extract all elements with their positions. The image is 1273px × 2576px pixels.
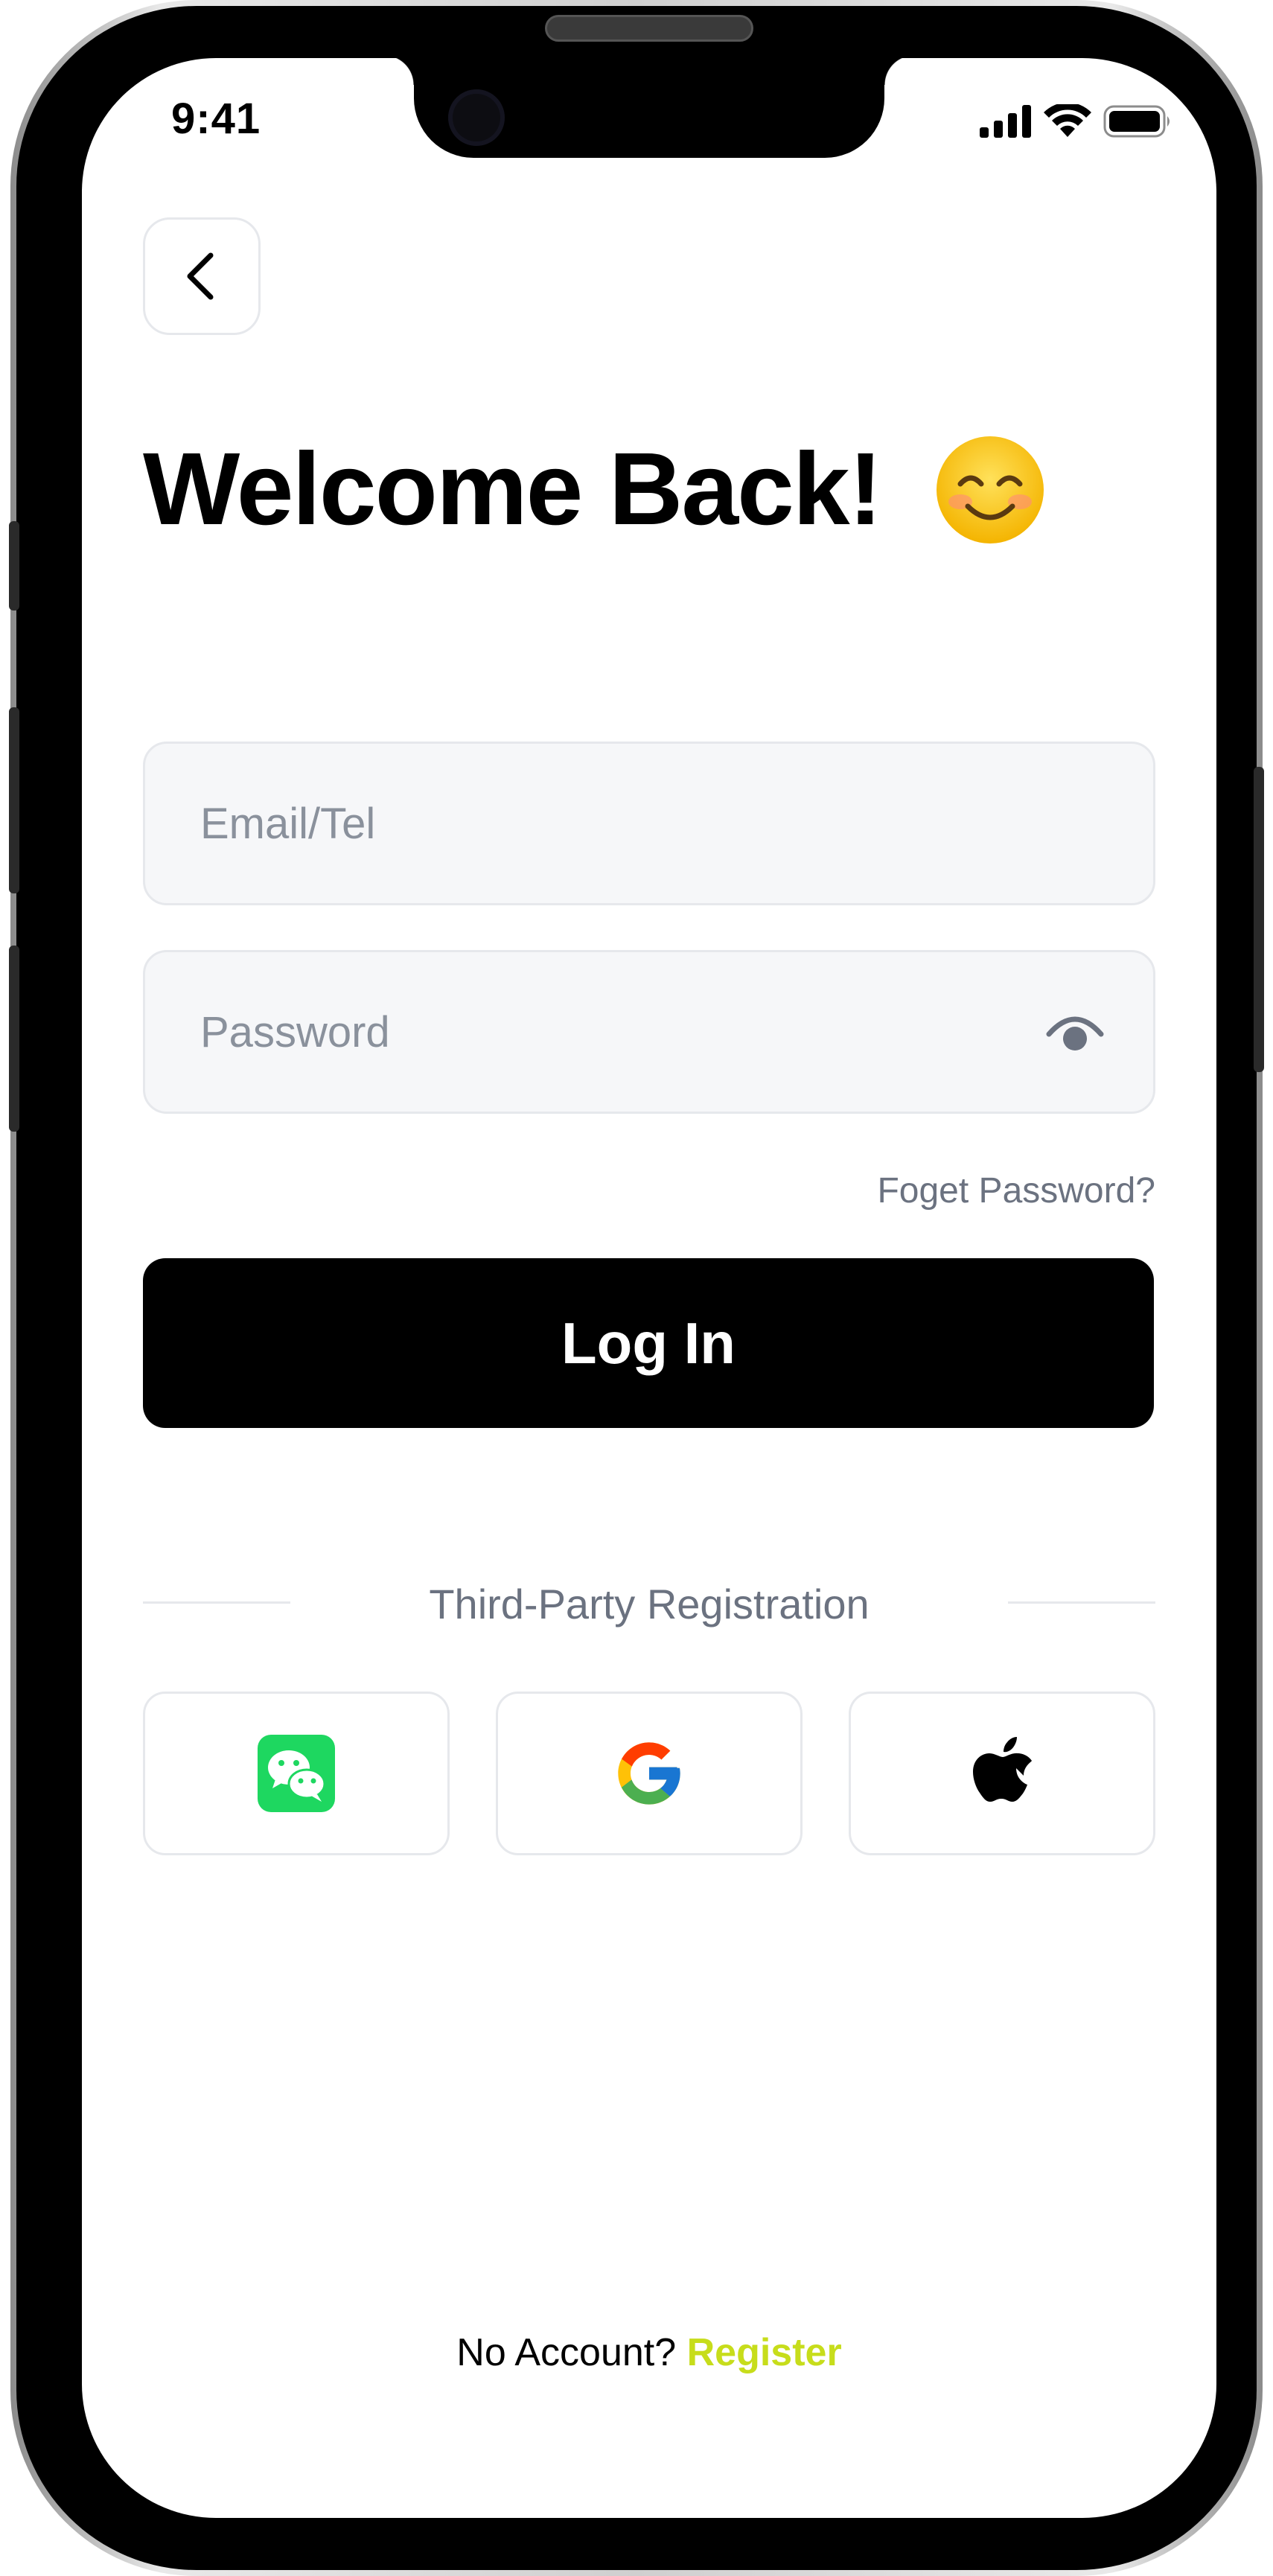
register-link[interactable]: Register <box>687 2331 842 2374</box>
password-input[interactable] <box>199 1006 1018 1058</box>
chevron-left-icon <box>187 252 214 300</box>
forgot-password-link[interactable]: Foget Password? <box>877 1170 1155 1211</box>
mute-switch <box>9 521 19 610</box>
power-button <box>1254 767 1264 1072</box>
footer: No Account? Register <box>82 2330 1216 2375</box>
front-camera <box>448 89 505 146</box>
apple-login-button[interactable] <box>849 1692 1155 1855</box>
password-field[interactable] <box>143 950 1155 1114</box>
app-screen: 9:41 Welcome Back! Email/Tel Foget Passw… <box>82 58 1216 2518</box>
eye-icon[interactable] <box>1046 1009 1104 1055</box>
wifi-icon <box>1044 104 1091 137</box>
google-icon <box>618 1742 680 1805</box>
third-party-label: Third-Party Registration <box>429 1581 870 1627</box>
speaker-grille <box>545 15 753 42</box>
wechat-icon <box>258 1735 335 1812</box>
battery-icon <box>1103 105 1170 138</box>
title-row: Welcome Back! <box>143 430 1047 549</box>
divider-right <box>1008 1601 1155 1604</box>
no-account-text: No Account? <box>456 2331 687 2374</box>
email-field[interactable] <box>143 742 1155 905</box>
wechat-login-button[interactable] <box>143 1692 450 1855</box>
email-input[interactable] <box>199 797 1018 849</box>
volume-up-button <box>9 707 19 893</box>
login-button[interactable]: Log In <box>143 1258 1154 1428</box>
cellular-signal-icon <box>980 105 1031 138</box>
divider-left <box>143 1601 290 1604</box>
phone-frame: 9:41 Welcome Back! Email/Tel Foget Passw… <box>9 0 1264 2576</box>
smiling-face-icon <box>936 436 1044 543</box>
google-login-button[interactable] <box>496 1692 803 1855</box>
back-button[interactable] <box>143 217 261 335</box>
volume-down-button <box>9 946 19 1132</box>
notch <box>384 58 914 158</box>
apple-icon <box>973 1737 1032 1802</box>
status-time: 9:41 <box>171 95 261 143</box>
page-title: Welcome Back! <box>143 432 883 546</box>
status-icons <box>980 104 1172 138</box>
